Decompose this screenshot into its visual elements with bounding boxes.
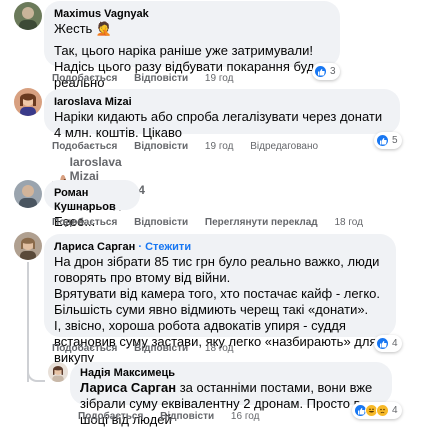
avatar[interactable] <box>48 362 68 382</box>
comment-actions: Подобається Відповісти Переглянути перек… <box>52 217 377 229</box>
reaction-summary[interactable]: 4 <box>374 335 402 352</box>
avatar[interactable] <box>14 88 42 116</box>
reaction-count: 5 <box>392 135 398 146</box>
comment-timestamp[interactable]: 19 год <box>205 73 234 84</box>
comment-actions: Подобається Відповісти 19 год Відредагов… <box>52 141 332 153</box>
comment-timestamp[interactable]: 18 год <box>205 343 234 354</box>
comment-author[interactable]: Надія Максимець <box>80 366 382 380</box>
avatar[interactable] <box>14 2 42 30</box>
edited-label: Відредаговано <box>250 141 319 152</box>
like-button[interactable]: Подобається <box>52 217 117 228</box>
comment-author[interactable]: Maximus Vagnyak <box>54 7 330 21</box>
reply-button[interactable]: Відповісти <box>134 73 188 84</box>
see-translation-link[interactable]: Переглянути переклад <box>205 217 318 228</box>
comment-timestamp[interactable]: 19 год <box>205 141 234 152</box>
like-button[interactable]: Подобається <box>52 73 117 84</box>
comment-author[interactable]: Iaroslava Mizai <box>54 95 390 109</box>
comment-bubble: Iaroslava Mizai Наріки кидають або спроб… <box>44 89 400 140</box>
comment-timestamp[interactable]: 18 год <box>334 217 363 228</box>
comment-bubble: Надія Максимець Лариса Сарган за останні… <box>70 362 392 427</box>
comment-bubble: Лариса Сарган · Стежити На дрон зібрати … <box>44 234 396 365</box>
reply-button[interactable]: Відповісти <box>134 343 188 354</box>
sad-icon <box>376 404 389 417</box>
reaction-count: 3 <box>330 66 336 77</box>
comment-text-line1: Жесть 🤦 <box>54 21 113 36</box>
like-button[interactable]: Подобається <box>78 411 143 422</box>
like-icon <box>376 337 389 350</box>
reaction-summary[interactable]: 4 <box>352 402 402 419</box>
mention-link[interactable]: Лариса Сарган <box>80 380 176 395</box>
comment-timestamp[interactable]: 16 год <box>231 411 260 422</box>
reaction-count: 4 <box>392 338 398 349</box>
comment-author: Лариса Сарган · Стежити <box>54 240 386 254</box>
reaction-summary[interactable]: 5 <box>374 132 402 149</box>
reply-button[interactable]: Відповісти <box>134 217 188 228</box>
avatar[interactable] <box>14 180 42 208</box>
reply-button[interactable]: Відповісти <box>160 411 214 422</box>
comment-bubble: Роман Кушнарьов Еeee... <box>44 180 140 229</box>
thread-line <box>27 262 29 382</box>
reaction-count: 4 <box>392 405 398 416</box>
reaction-summary[interactable]: 3 <box>312 63 340 80</box>
comment-actions: Подобається Відповісти 18 год <box>52 343 247 355</box>
like-icon <box>314 65 327 78</box>
comment-bubble: Maximus Vagnyak Жесть 🤦 Так, цього нарік… <box>44 1 340 90</box>
comment-author[interactable]: Роман Кушнарьов <box>54 186 130 214</box>
like-button[interactable]: Подобається <box>52 343 117 354</box>
like-icon <box>376 134 389 147</box>
avatar[interactable] <box>14 232 42 260</box>
reply-button[interactable]: Відповісти <box>134 141 188 152</box>
comment-actions: Подобається Відповісти 16 год <box>78 411 273 423</box>
thread-line-branch <box>27 370 45 382</box>
comment-author-name[interactable]: Лариса Сарган <box>54 241 135 253</box>
comment-text: Наріки кидають або спроба легалізувати ч… <box>54 109 383 140</box>
follow-button[interactable]: · Стежити <box>138 241 191 253</box>
like-button[interactable]: Подобається <box>52 141 117 152</box>
comment-actions: Подобається Відповісти 19 год <box>52 73 247 85</box>
